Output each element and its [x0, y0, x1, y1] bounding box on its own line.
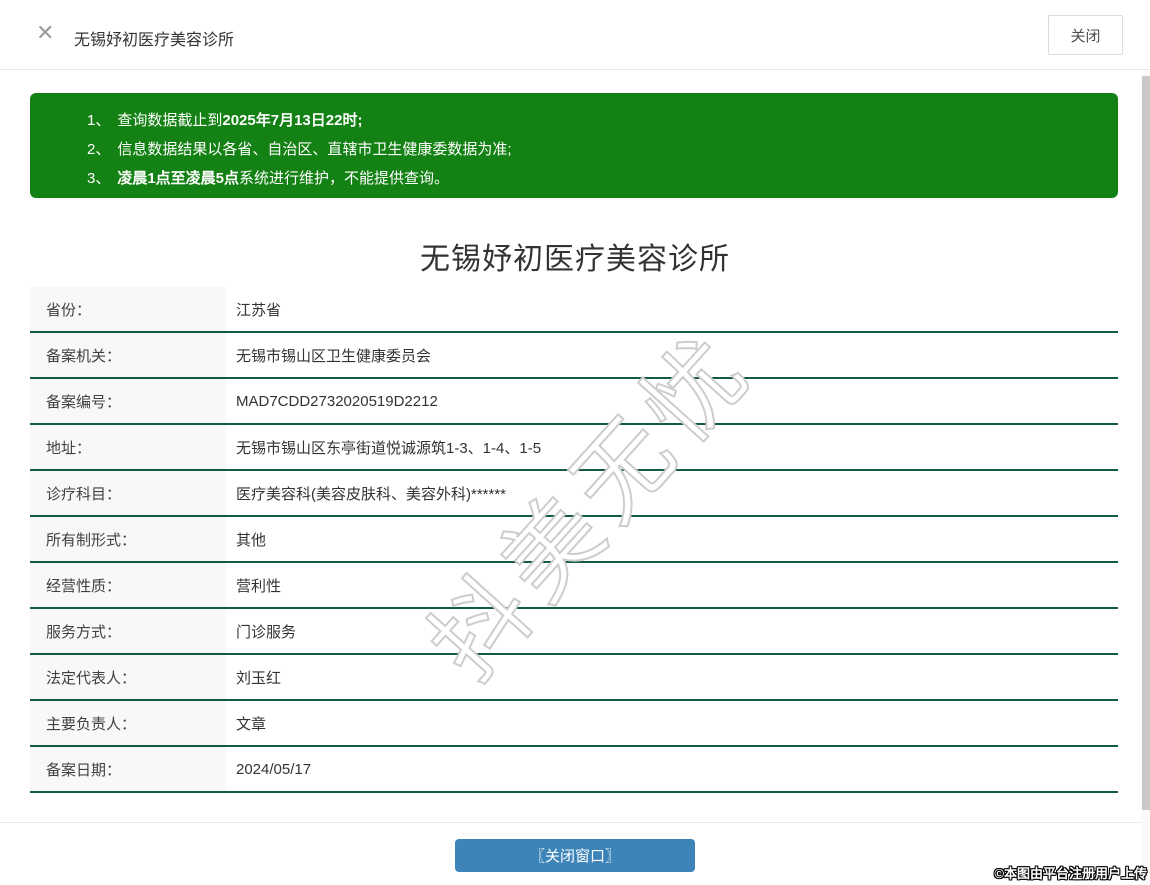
top-bar: ✕ 无锡妤初医疗美容诊所 关闭 — [0, 0, 1150, 70]
notice-item: 2、 信息数据结果以各省、自治区、直辖市卫生健康委数据为准; — [87, 141, 512, 158]
field-label: 备案编号： — [30, 379, 226, 423]
page-title: 无锡妤初医疗美容诊所 — [420, 243, 730, 276]
table-row: 主要负责人： 文章 — [30, 701, 1118, 747]
field-label: 所有制形式： — [30, 517, 226, 561]
field-value: 无锡市锡山区卫生健康委员会 — [236, 347, 432, 365]
table-row: 地址： 无锡市锡山区东亭街道悦诚源筑1-3、1-4、1-5 — [30, 425, 1118, 471]
field-value: 江苏省 — [236, 301, 282, 319]
notice-box: 1、 查询数据截止到2025年7月13日22时; 2、 信息数据结果以各省、自治区、直… — [30, 93, 1118, 198]
table-row: 备案日期： 2024/05/17 — [30, 747, 1118, 793]
table-row: 法定代表人： 刘玉红 — [30, 655, 1118, 701]
table-row: 经营性质： 营利性 — [30, 563, 1118, 609]
field-value: 其他 — [236, 531, 267, 549]
field-value: 门诊服务 — [236, 623, 297, 641]
field-label: 主要负责人： — [30, 701, 226, 745]
field-value: 文章 — [236, 715, 267, 733]
copyright-text: ©本图由平台注册用户上传 — [994, 866, 1147, 881]
window-title: 无锡妤初医疗美容诊所 — [74, 32, 235, 49]
table-row: 备案编号： MAD7CDD2732020519D2212 — [30, 379, 1118, 425]
field-label: 诊疗科目： — [30, 471, 226, 515]
close-x-icon[interactable]: ✕ — [36, 22, 54, 44]
field-label: 省份： — [30, 287, 226, 331]
field-label: 备案机关： — [30, 333, 226, 377]
field-label: 备案日期： — [30, 747, 226, 791]
field-label: 法定代表人： — [30, 655, 226, 699]
scrollbar-thumb[interactable] — [1142, 76, 1150, 810]
footer-bar: 〖关闭窗口〗 — [0, 822, 1150, 885]
table-row: 省份： 江苏省 — [30, 287, 1118, 333]
notice-item: 1、 查询数据截止到2025年7月13日22时; — [87, 112, 363, 129]
close-button[interactable]: 关闭 — [1048, 15, 1123, 55]
table-row: 诊疗科目： 医疗美容科(美容皮肤科、美容外科)****** — [30, 471, 1118, 517]
table-row: 所有制形式： 其他 — [30, 517, 1118, 563]
field-value: MAD7CDD2732020519D2212 — [236, 392, 438, 410]
field-label: 经营性质： — [30, 563, 226, 607]
table-row: 服务方式： 门诊服务 — [30, 609, 1118, 655]
field-label: 服务方式： — [30, 609, 226, 653]
table-row: 备案机关： 无锡市锡山区卫生健康委员会 — [30, 333, 1118, 379]
field-value: 2024/05/17 — [236, 760, 312, 778]
close-window-button[interactable]: 〖关闭窗口〗 — [455, 839, 695, 872]
field-value: 刘玉红 — [236, 669, 282, 687]
field-value: 营利性 — [236, 577, 282, 595]
info-table: 省份： 江苏省 备案机关： 无锡市锡山区卫生健康委员会 备案编号： MAD7CDD2732… — [30, 287, 1118, 793]
field-value: 无锡市锡山区东亭街道悦诚源筑1-3、1-4、1-5 — [236, 439, 542, 457]
notice-item: 3、 凌晨1点至凌晨5点系统进行维护，不能提供查询。 — [87, 170, 450, 187]
field-label: 地址： — [30, 425, 226, 469]
field-value: 医疗美容科(美容皮肤科、美容外科)****** — [236, 485, 507, 503]
